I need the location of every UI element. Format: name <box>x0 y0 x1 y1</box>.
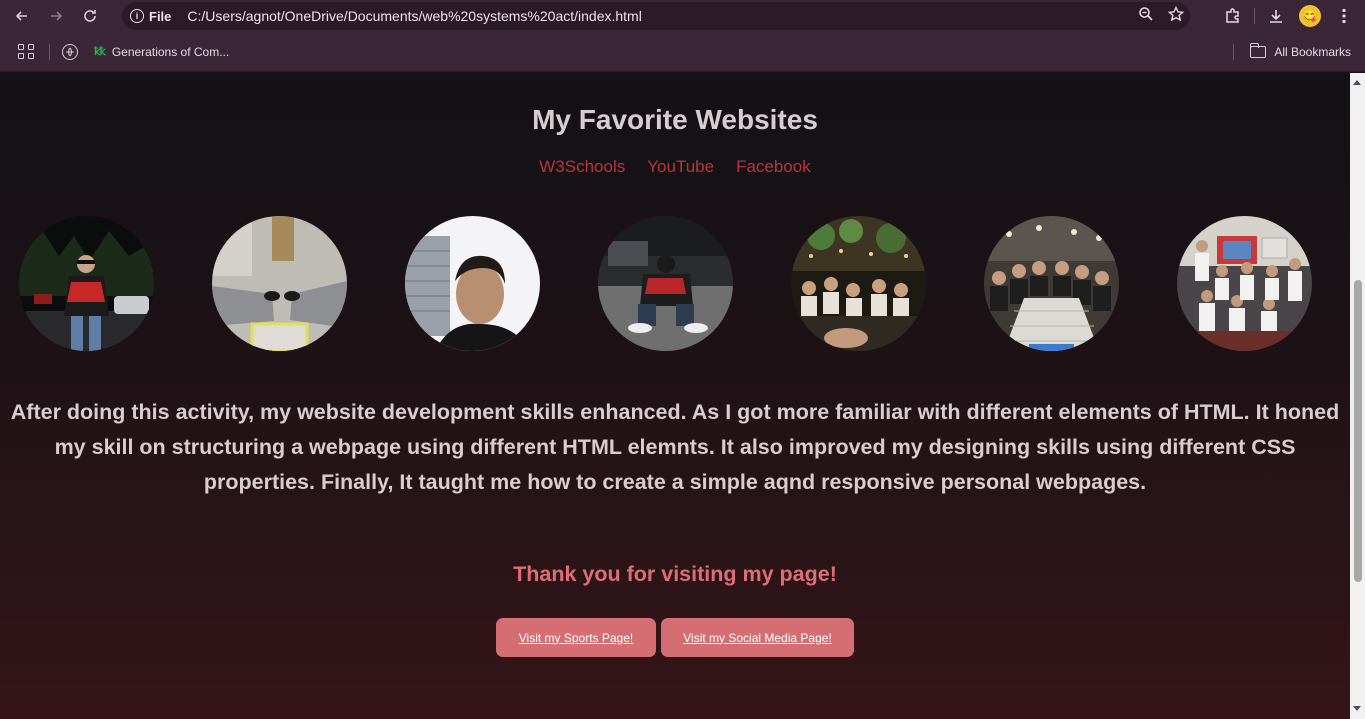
gallery-photo <box>19 216 154 351</box>
bookmark-star-icon[interactable] <box>1167 5 1185 26</box>
folder-icon <box>1249 43 1267 58</box>
gallery-photo <box>984 216 1119 351</box>
link-youtube[interactable]: YouTube <box>647 157 714 177</box>
gallery-photo <box>598 216 733 351</box>
gallery-photo <box>405 216 540 351</box>
gallery-photo <box>212 216 347 351</box>
address-bar[interactable]: i File C:/Users/agnot/OneDrive/Documents… <box>122 2 1190 30</box>
back-icon[interactable] <box>5 0 39 32</box>
menu-kebab-icon[interactable] <box>1327 0 1361 32</box>
all-bookmarks-label: All Bookmarks <box>1274 45 1351 59</box>
bookmarks-bar: ꝁꝁ Generations of Com... All Bookmarks <box>0 32 1365 72</box>
page-title: My Favorite Websites <box>532 104 818 135</box>
globe-icon[interactable] <box>62 43 78 60</box>
scroll-down-icon[interactable] <box>1353 706 1361 711</box>
social-media-page-button[interactable]: Visit my Social Media Page! <box>661 618 854 657</box>
browser-toolbar: i File C:/Users/agnot/OneDrive/Documents… <box>0 0 1365 32</box>
gallery-photo <box>791 216 926 351</box>
site-chip-label: File <box>149 8 172 24</box>
geeksforgeeks-icon: ꝁꝁ <box>94 46 106 58</box>
forward-icon[interactable] <box>39 0 73 32</box>
page-viewport: My Favorite Websites W3Schools YouTube F… <box>0 73 1350 719</box>
reload-icon[interactable] <box>73 0 107 32</box>
all-bookmarks-button[interactable]: All Bookmarks <box>1249 43 1351 59</box>
scrollbar-thumb[interactable] <box>1354 280 1362 582</box>
sports-page-button[interactable]: Visit my Sports Page! <box>496 618 656 657</box>
bookmarks-separator <box>49 43 50 60</box>
page-scrollbar[interactable] <box>1350 73 1365 719</box>
link-w3schools[interactable]: W3Schools <box>539 157 625 177</box>
bookmarks-separator <box>1233 44 1235 60</box>
thank-you-heading: Thank you for visiting my page! <box>513 562 837 586</box>
profile-avatar[interactable]: 😋 <box>1293 0 1327 32</box>
favorite-links: W3Schools YouTube Facebook <box>0 157 1350 177</box>
extensions-icon[interactable] <box>1216 0 1250 32</box>
bookmark-generations-of-computers[interactable]: ꝁꝁ Generations of Com... <box>94 45 229 59</box>
scroll-up-icon[interactable] <box>1353 80 1361 85</box>
reflection-paragraph: After doing this activity, my website de… <box>10 400 1340 494</box>
info-icon: i <box>130 9 144 23</box>
apps-grid-icon[interactable] <box>15 41 37 63</box>
page-button-row: Visit my Sports Page! Visit my Social Me… <box>496 618 854 657</box>
site-info-chip[interactable]: i File <box>130 9 171 24</box>
bookmark-label: Generations of Com... <box>111 44 230 59</box>
zoom-icon[interactable] <box>1138 6 1154 26</box>
url-text[interactable]: C:/Users/agnot/OneDrive/Documents/web%20… <box>187 8 641 24</box>
download-icon[interactable] <box>1259 0 1293 32</box>
emoji-avatar-icon: 😋 <box>1299 5 1321 27</box>
gallery-photo <box>1177 216 1312 351</box>
link-facebook[interactable]: Facebook <box>736 157 811 177</box>
toolbar-separator <box>1254 8 1255 24</box>
